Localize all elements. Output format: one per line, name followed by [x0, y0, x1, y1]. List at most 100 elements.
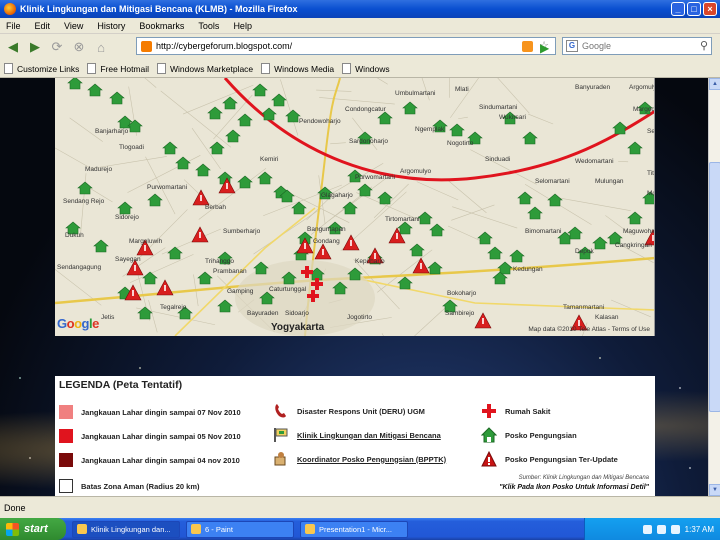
tray-volume-icon[interactable] — [656, 524, 666, 534]
map-place-label: Argomulyo — [629, 84, 654, 91]
map-place-label: Depok — [575, 248, 594, 255]
tray-network-icon[interactable] — [642, 524, 652, 534]
legend-item: Jangkauan Lahar dingin sampai 04 nov 201… — [59, 453, 240, 467]
evacuation-map[interactable]: Gamping Bayuraden Sidoarjo Sayegan Margoluwi… — [55, 78, 655, 336]
stop-button[interactable]: ⊗ — [70, 38, 88, 56]
map-copyright[interactable]: Map data ©2010 Tele Atlas - Terms of Use — [528, 326, 650, 333]
map-road — [55, 269, 102, 306]
map-place-label: Madurejo — [85, 166, 113, 173]
map-place-label: Bokoharjo — [447, 290, 477, 297]
map-place-label: Margodadi — [633, 106, 655, 113]
tray-clock[interactable]: 1:37 AM — [685, 525, 714, 534]
legend-item: Jangkauan Lahar dingin sampai 07 Nov 201… — [59, 405, 241, 419]
menu-history[interactable]: History — [97, 21, 125, 31]
go-button[interactable]: ▶ — [540, 41, 549, 55]
menu-edit[interactable]: Edit — [35, 21, 51, 31]
maximize-button[interactable]: □ — [687, 2, 701, 16]
warning-mark — [396, 233, 398, 239]
bookmark-windows-media[interactable]: Windows Media — [261, 63, 334, 74]
legend-title: LEGENDA (Peta Tentatif) — [59, 379, 183, 391]
url-bar[interactable]: http://cybergeforum.blogspot.com/ ☆ — [136, 37, 556, 55]
title-bar: Klinik Lingkungan dan Mitigasi Bencana (… — [0, 0, 720, 18]
shelter-icon — [207, 106, 223, 120]
shelter-icon — [197, 271, 213, 285]
bookmark-windows-marketplace[interactable]: Windows Marketplace — [157, 63, 253, 74]
bookmark-windows[interactable]: Windows — [342, 63, 390, 74]
rss-feed-icon[interactable] — [522, 41, 533, 52]
map-place-label: Sayegan — [115, 256, 141, 263]
vertical-scrollbar[interactable]: ▲ ▼ — [708, 78, 720, 496]
shelter-icon — [517, 191, 533, 205]
taskbar-item-powerpoint[interactable]: Presentation1 - Micr... — [300, 520, 408, 538]
shelter-icon — [377, 111, 393, 125]
map-place-label: Sinduadi — [485, 156, 511, 163]
bookmark-free-hotmail[interactable]: Free Hotmail — [87, 63, 149, 74]
bookmark-customize-links[interactable]: Customize Links — [4, 63, 79, 74]
shelter-icon — [547, 193, 563, 207]
reload-button[interactable]: ⟳ — [48, 38, 66, 56]
taskbar-item-firefox[interactable]: Klinik Lingkungan dan... — [72, 520, 180, 538]
map-road — [316, 89, 352, 92]
menu-tools[interactable]: Tools — [198, 21, 219, 31]
map-road — [376, 78, 388, 85]
menu-help[interactable]: Help — [233, 21, 252, 31]
system-tray: 1:37 AM — [584, 518, 720, 540]
forward-button[interactable]: ▶ — [26, 38, 44, 56]
start-button[interactable]: start — [0, 518, 66, 540]
map-road — [160, 90, 232, 148]
map-place-label: Sambirejo — [445, 310, 475, 317]
legend-symbol: Klinik Lingkungan dan Mitigasi Bencana — [273, 427, 441, 443]
minimize-button[interactable]: _ — [671, 2, 685, 16]
map-place-label: Banyuraden — [575, 84, 611, 91]
url-text: http://cybergeforum.blogspot.com/ — [156, 41, 293, 51]
back-button[interactable]: ◀ — [4, 38, 22, 56]
shelter-icon — [487, 246, 503, 260]
map-place-label: Titisari — [647, 170, 655, 177]
search-input[interactable] — [582, 41, 692, 51]
hospital-icon — [311, 282, 323, 286]
shelter-icon — [509, 249, 525, 263]
tray-security-icon[interactable] — [670, 524, 680, 534]
swatch-lahar-05 — [59, 429, 73, 443]
window-title: Klinik Lingkungan dan Mitigasi Bencana (… — [20, 4, 298, 14]
menu-file[interactable]: File — [6, 21, 21, 31]
home-button[interactable]: ⌂ — [92, 38, 110, 56]
map-road — [447, 225, 486, 244]
search-box[interactable]: G ⚲ — [562, 37, 712, 55]
shelter-icon — [357, 183, 373, 197]
search-icon[interactable]: ⚲ — [700, 39, 708, 52]
menu-view[interactable]: View — [64, 21, 83, 31]
page-content: Gamping Bayuraden Sidoarjo Sayegan Margoluwi… — [0, 78, 708, 496]
firefox-icon — [4, 3, 16, 15]
windows-taskbar: start Klinik Lingkungan dan... 6 - Paint… — [0, 518, 720, 540]
warning-mark — [134, 265, 136, 271]
legend-label: Disaster Respons Unit (DERU) UGM — [297, 406, 425, 416]
map-place-label: Tlogoadi — [119, 144, 144, 151]
window-controls: _ □ × — [671, 2, 717, 16]
map-legend: LEGENDA (Peta Tentatif) Jangkauan Lahar … — [55, 376, 655, 496]
shelter-icon — [167, 246, 183, 260]
map-place-label: Mlati — [455, 86, 469, 93]
legend-source-note: Sumber: Klinik Lingkungan dan Mitigasi B… — [518, 475, 649, 481]
map-road — [470, 149, 537, 185]
legend-label: Jangkauan Lahar dingin sampai 05 Nov 201… — [81, 431, 241, 441]
map-place-label: Cangkringan — [615, 242, 652, 249]
scroll-down-button[interactable]: ▼ — [709, 484, 720, 496]
google-logo[interactable]: Google — [57, 316, 99, 331]
map-place-label: Banjarharjo — [95, 128, 129, 135]
search-engine-icon[interactable]: G — [566, 40, 578, 52]
map-road — [381, 333, 384, 336]
scroll-up-button[interactable]: ▲ — [709, 78, 720, 90]
shelter-icon — [429, 223, 445, 237]
taskbar-item-paint[interactable]: 6 - Paint — [186, 520, 294, 538]
map-road — [556, 197, 631, 212]
warning-mark — [482, 318, 484, 324]
close-button[interactable]: × — [703, 2, 717, 16]
map-place-label: Berbah — [205, 204, 226, 211]
map-place-label: Pendowoharjo — [299, 118, 341, 125]
map-place-label: Sardonoharjo — [349, 138, 389, 145]
scroll-thumb[interactable] — [709, 162, 720, 412]
map-place-label: Purwomartani — [147, 184, 188, 191]
warning-triangle-icon — [481, 451, 497, 467]
menu-bookmarks[interactable]: Bookmarks — [139, 21, 184, 31]
